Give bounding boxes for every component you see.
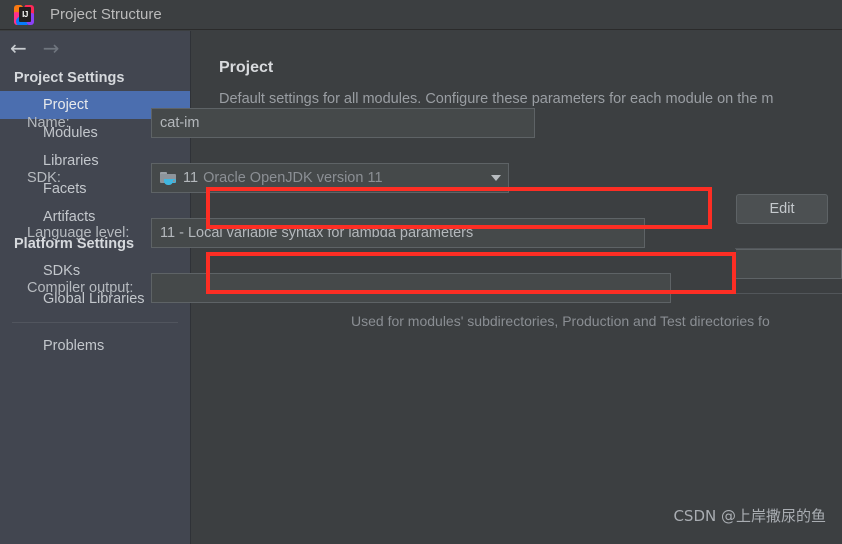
page-description: Default settings for all modules. Config…	[219, 91, 774, 107]
language-level-dropdown[interactable]: 11 - Local variable syntax for lambda pa…	[151, 218, 645, 248]
jdk-folder-icon	[160, 171, 177, 186]
sdk-name: Oracle OpenJDK version 11	[203, 170, 383, 186]
arrow-left-icon[interactable]: ←	[10, 38, 27, 58]
watermark: CSDN @上岸撒尿的鱼	[673, 507, 826, 525]
compiler-output-input[interactable]	[151, 273, 671, 303]
sdk-row: SDK: 11 Oracle OpenJDK version 11	[27, 163, 509, 193]
sdk-dropdown[interactable]: 11 Oracle OpenJDK version 11	[151, 163, 509, 193]
intellij-idea-logo-icon: IJ	[14, 4, 34, 25]
sidebar-divider	[12, 322, 178, 323]
page-title: Project	[219, 59, 274, 76]
project-structure-dialog: IJ Project Structure ← → Project Setting…	[0, 0, 842, 544]
row-separator	[735, 248, 842, 249]
logo-letters: IJ	[22, 9, 28, 19]
name-input[interactable]: cat-im	[151, 108, 535, 138]
compiler-output-row: Compiler output:	[27, 273, 671, 303]
name-label: Name:	[27, 115, 70, 131]
title-bar: IJ Project Structure	[0, 0, 842, 30]
language-level-row: Language level: 11 - Local variable synt…	[27, 218, 645, 248]
sdk-label: SDK:	[27, 170, 61, 186]
sidebar-group-project-settings: Project Settings	[14, 70, 125, 86]
compiler-output-hint: Used for modules' subdirectories, Produc…	[351, 313, 770, 329]
language-level-field-extension[interactable]	[736, 249, 842, 279]
window-title: Project Structure	[50, 6, 162, 23]
sidebar-item-problems[interactable]: Problems	[0, 332, 190, 360]
arrow-right-icon[interactable]: →	[43, 38, 60, 58]
navigation-arrows: ← →	[0, 31, 190, 65]
row-separator	[735, 293, 842, 294]
name-row: Name: cat-im	[27, 108, 535, 138]
compiler-output-label: Compiler output:	[27, 280, 134, 296]
language-level-label: Language level:	[27, 225, 130, 241]
chevron-down-icon[interactable]	[491, 175, 501, 181]
edit-button[interactable]: Edit	[736, 194, 828, 224]
sdk-version: 11	[183, 170, 199, 186]
